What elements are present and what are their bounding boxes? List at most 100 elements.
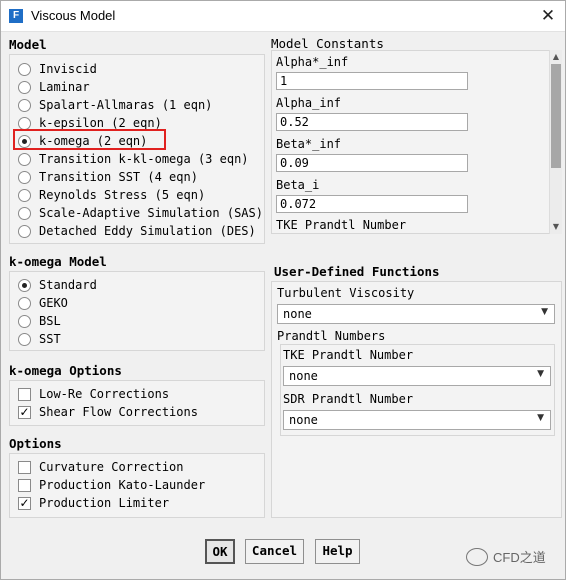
sdr-prandtl-dropdown[interactable]: none ▼	[283, 410, 551, 430]
kw-model-option-geko[interactable]: GEKO	[18, 294, 68, 312]
model-constants-panel: Alpha*_inf 1 Alpha_inf 0.52 Beta*_inf 0.…	[271, 50, 562, 234]
option-production-limiter[interactable]: ✓ Production Limiter	[18, 494, 169, 512]
model-option-label: k-epsilon (2 eqn)	[39, 116, 162, 130]
wechat-icon	[466, 547, 488, 566]
model-option-laminar[interactable]: Laminar	[18, 78, 90, 96]
radio-button[interactable]	[18, 98, 31, 112]
radio-button[interactable]	[18, 116, 31, 130]
model-option-label: Inviscid	[39, 62, 97, 76]
ok-button[interactable]: OK	[205, 539, 235, 564]
model-option-reynolds-stress[interactable]: Reynolds Stress (5 eqn)	[18, 186, 205, 204]
turbulent-viscosity-dropdown[interactable]: none ▼	[277, 304, 555, 324]
model-option-label: Detached Eddy Simulation (DES)	[39, 224, 256, 238]
kw-model-option-sst[interactable]: SST	[18, 330, 61, 348]
options-heading: Options	[9, 436, 62, 451]
option-label: Curvature Correction	[39, 460, 184, 474]
radio-button[interactable]	[18, 224, 31, 238]
selection-highlight-box	[13, 129, 166, 150]
watermark: CFD之道	[466, 547, 546, 566]
option-label: Low-Re Corrections	[39, 387, 170, 401]
constant-input-alpha-star-inf[interactable]: 1	[276, 72, 468, 90]
prandtl-numbers-label: Prandtl Numbers	[277, 329, 386, 343]
scroll-thumb[interactable]	[551, 64, 561, 168]
dropdown-value: none	[283, 307, 312, 321]
close-icon[interactable]: ✕	[537, 5, 559, 27]
fluent-app-icon: F	[9, 9, 23, 23]
k-omega-model-group: Standard GEKO BSL SST	[9, 271, 265, 351]
model-option-inviscid[interactable]: Inviscid	[18, 60, 97, 78]
constant-label-tke-prandtl: TKE Prandtl Number	[276, 218, 407, 232]
k-omega-options-group: Low-Re Corrections ✓ Shear Flow Correcti…	[9, 380, 265, 426]
checkbox[interactable]	[18, 387, 31, 401]
watermark-text: CFD之道	[493, 550, 546, 565]
radio-button[interactable]	[18, 80, 31, 94]
option-label: Shear Flow Corrections	[39, 405, 198, 419]
dialog-title: Viscous Model	[31, 8, 116, 23]
model-option-label: Laminar	[39, 80, 90, 94]
radio-button[interactable]	[18, 188, 31, 202]
prandtl-numbers-group: TKE Prandtl Number none ▼ SDR Prandtl Nu…	[280, 344, 555, 436]
radio-button[interactable]	[18, 152, 31, 166]
kw-model-option-label: GEKO	[39, 296, 68, 310]
dropdown-value: none	[289, 413, 318, 427]
options-group: Curvature Correction Production Kato-Lau…	[9, 453, 265, 518]
title-bar: F Viscous Model ✕	[1, 1, 565, 32]
radio-button[interactable]	[18, 314, 31, 328]
k-omega-options-heading: k-omega Options	[9, 363, 122, 378]
checkbox-checked[interactable]: ✓	[18, 496, 31, 510]
model-option-spalart-allmaras[interactable]: Spalart-Allmaras (1 eqn)	[18, 96, 212, 114]
model-option-label: Transition k-kl-omega (3 eqn)	[39, 152, 249, 166]
radio-button[interactable]	[18, 332, 31, 346]
kw-model-option-standard[interactable]: Standard	[18, 276, 97, 294]
checkbox[interactable]	[18, 460, 31, 474]
model-option-label: Reynolds Stress (5 eqn)	[39, 188, 206, 202]
model-option-transition-k-kl-omega[interactable]: Transition k-kl-omega (3 eqn)	[18, 150, 249, 168]
scroll-up-icon[interactable]: ▲	[550, 50, 562, 63]
constant-label-beta-star-inf: Beta*_inf	[276, 137, 342, 151]
sdr-prandtl-label: SDR Prandtl Number	[283, 392, 414, 406]
help-button[interactable]: Help	[315, 539, 360, 564]
tke-prandtl-label: TKE Prandtl Number	[283, 348, 414, 362]
model-option-transition-sst[interactable]: Transition SST (4 eqn)	[18, 168, 198, 186]
constant-input-beta-i[interactable]: 0.072	[276, 195, 468, 213]
cancel-button[interactable]: Cancel	[245, 539, 304, 564]
constant-input-beta-star-inf[interactable]: 0.09	[276, 154, 468, 172]
radio-button[interactable]	[18, 206, 31, 220]
model-option-label: Transition SST (4 eqn)	[39, 170, 198, 184]
checkbox-checked[interactable]: ✓	[18, 405, 31, 419]
radio-button[interactable]	[18, 62, 31, 76]
option-shear-flow-corrections[interactable]: ✓ Shear Flow Corrections	[18, 403, 198, 421]
model-option-des[interactable]: Detached Eddy Simulation (DES)	[18, 222, 256, 240]
checkbox[interactable]	[18, 478, 31, 492]
constant-label-alpha-inf: Alpha_inf	[276, 96, 342, 110]
kw-model-option-label: Standard	[39, 278, 97, 292]
kw-model-option-label: SST	[39, 332, 61, 346]
constants-scrollbar[interactable]: ▲ ▼	[549, 50, 562, 234]
kw-model-option-bsl[interactable]: BSL	[18, 312, 61, 330]
option-low-re-corrections[interactable]: Low-Re Corrections	[18, 385, 169, 403]
model-option-sas[interactable]: Scale-Adaptive Simulation (SAS)	[18, 204, 263, 222]
radio-button[interactable]	[18, 170, 31, 184]
turbulent-viscosity-label: Turbulent Viscosity	[277, 286, 415, 300]
option-curvature-correction[interactable]: Curvature Correction	[18, 458, 184, 476]
kw-model-option-label: BSL	[39, 314, 61, 328]
option-production-kato-launder[interactable]: Production Kato-Launder	[18, 476, 205, 494]
model-heading: Model	[9, 37, 47, 52]
udf-heading: User-Defined Functions	[274, 264, 440, 279]
k-omega-model-heading: k-omega Model	[9, 254, 107, 269]
chevron-down-icon: ▼	[537, 413, 544, 423]
chevron-down-icon: ▼	[541, 307, 548, 317]
option-label: Production Kato-Launder	[39, 478, 206, 492]
scroll-down-icon[interactable]: ▼	[550, 220, 562, 233]
model-option-label: Scale-Adaptive Simulation (SAS)	[39, 206, 263, 220]
constant-input-alpha-inf[interactable]: 0.52	[276, 113, 468, 131]
udf-group: Turbulent Viscosity none ▼ Prandtl Numbe…	[271, 281, 562, 518]
option-label: Production Limiter	[39, 496, 170, 510]
chevron-down-icon: ▼	[537, 369, 544, 379]
tke-prandtl-dropdown[interactable]: none ▼	[283, 366, 551, 386]
constant-label-beta-i: Beta_i	[276, 178, 320, 192]
radio-button[interactable]	[18, 296, 31, 310]
viscous-model-dialog: F Viscous Model ✕ Model Inviscid Laminar…	[0, 0, 566, 580]
radio-button-selected[interactable]	[18, 278, 31, 292]
model-constants-heading: Model Constants	[271, 36, 384, 51]
